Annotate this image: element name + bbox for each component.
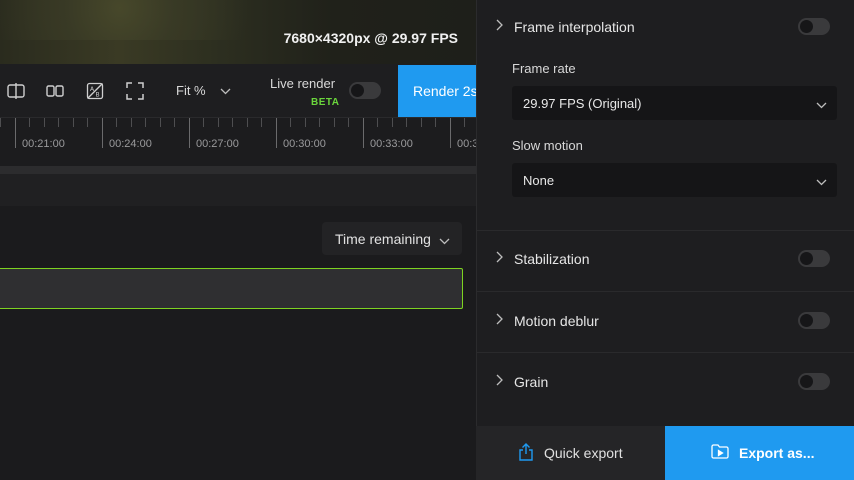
ruler-minor-tick [44,118,45,127]
timeline-lane [0,174,476,206]
beta-badge: BETA [311,97,340,108]
share-icon [518,442,534,464]
ruler-minor-tick [131,118,132,127]
ruler-minor-tick [203,118,204,127]
chevron-down-icon [816,174,827,189]
ruler-major-tick [276,118,277,148]
slow-motion-select[interactable]: None [512,163,837,197]
ruler-minor-tick [261,118,262,127]
ruler-time-label: 00:33:00 [370,138,413,150]
split-view-icon[interactable] [6,81,26,101]
chevron-down-icon [816,97,827,112]
ruler-minor-tick [145,118,146,127]
export-bar: Quick export Export as... [476,426,854,480]
ruler-minor-tick [218,118,219,127]
chevron-down-icon [220,83,231,98]
ruler-minor-tick [29,118,30,127]
enhancement-settings-panel: Frame interpolation Frame rate 29.97 FPS… [476,0,854,480]
chevron-right-icon[interactable] [496,312,503,330]
divider [477,291,854,292]
timeline-ruler[interactable]: 00:21:00 00:24:00 00:27:00 00:30:00 00:33:00… [0,118,476,166]
render-button[interactable]: Render 2s [398,65,476,117]
ruler-minor-tick [406,118,407,127]
frame-interpolation-label: Frame interpolation [514,19,635,35]
ruler-minor-tick [464,118,465,127]
ruler-minor-tick [435,118,436,127]
ruler-minor-tick [58,118,59,127]
motion-deblur-label: Motion deblur [514,313,599,329]
ruler-major-tick [102,118,103,148]
stabilization-label: Stabilization [514,251,590,267]
ruler-minor-tick [247,118,248,127]
ruler-minor-tick [87,118,88,127]
ruler-time-label: 00:21:00 [22,138,65,150]
chevron-right-icon[interactable] [496,250,503,268]
ruler-minor-tick [73,118,74,127]
ruler-time-label: 00:27:00 [196,138,239,150]
folder-video-icon [711,444,729,462]
grain-label: Grain [514,374,549,390]
slow-motion-label: Slow motion [512,138,583,153]
stabilization-toggle[interactable] [798,250,830,267]
frame-rate-label: Frame rate [512,61,576,76]
divider [477,230,854,231]
export-as-button[interactable]: Export as... [665,426,854,480]
frame-rate-select[interactable]: 29.97 FPS (Original) [512,86,837,120]
ruler-minor-tick [348,118,349,127]
ruler-minor-tick [392,118,393,127]
ruler-minor-tick [0,118,1,127]
svg-text:B: B [96,92,100,99]
ruler-time-label: 00:24:00 [109,138,152,150]
frame-interpolation-toggle[interactable] [798,18,830,35]
time-remaining-label: Time remaining [335,231,431,247]
slow-motion-value: None [523,173,555,188]
export-as-label: Export as... [739,445,815,461]
grain-toggle[interactable] [798,373,830,390]
chevron-right-icon[interactable] [496,18,503,36]
render-progress-bar [0,268,463,309]
time-remaining-dropdown[interactable]: Time remaining [322,222,462,255]
ruler-minor-tick [290,118,291,127]
resolution-readout: 7680×4320px @ 29.97 FPS [283,30,458,46]
fullscreen-icon[interactable] [125,81,145,101]
motion-deblur-toggle[interactable] [798,312,830,329]
zoom-fit-label: Fit % [176,83,206,98]
ruler-minor-tick [116,118,117,127]
quick-export-label: Quick export [544,445,623,461]
ruler-minor-tick [305,118,306,127]
chevron-down-icon [439,232,450,248]
ruler-minor-tick [232,118,233,127]
zoom-fit-dropdown[interactable]: Fit % [176,83,231,98]
quick-export-button[interactable]: Quick export [476,426,665,480]
divider [477,352,854,353]
ab-compare-icon[interactable]: AB [85,81,105,101]
live-render-label: Live render [270,76,336,91]
side-by-side-icon[interactable] [45,81,65,101]
video-preview: 7680×4320px @ 29.97 FPS [0,0,476,64]
ruler-time-label: 00:3 [457,138,476,150]
ruler-time-label: 00:30:00 [283,138,326,150]
timeline-track [0,166,476,174]
ruler-major-tick [363,118,364,148]
ruler-major-tick [450,118,451,148]
ruler-minor-tick [174,118,175,127]
live-render-toggle[interactable] [349,82,381,99]
chevron-right-icon[interactable] [496,373,503,391]
ruler-minor-tick [334,118,335,127]
ruler-minor-tick [160,118,161,127]
frame-rate-value: 29.97 FPS (Original) [523,96,642,111]
render-workspace: 7680×4320px @ 29.97 FPS AB Fit % Live re… [0,0,476,480]
ruler-minor-tick [319,118,320,127]
ruler-minor-tick [377,118,378,127]
ruler-major-tick [15,118,16,148]
ruler-major-tick [189,118,190,148]
ruler-minor-tick [421,118,422,127]
